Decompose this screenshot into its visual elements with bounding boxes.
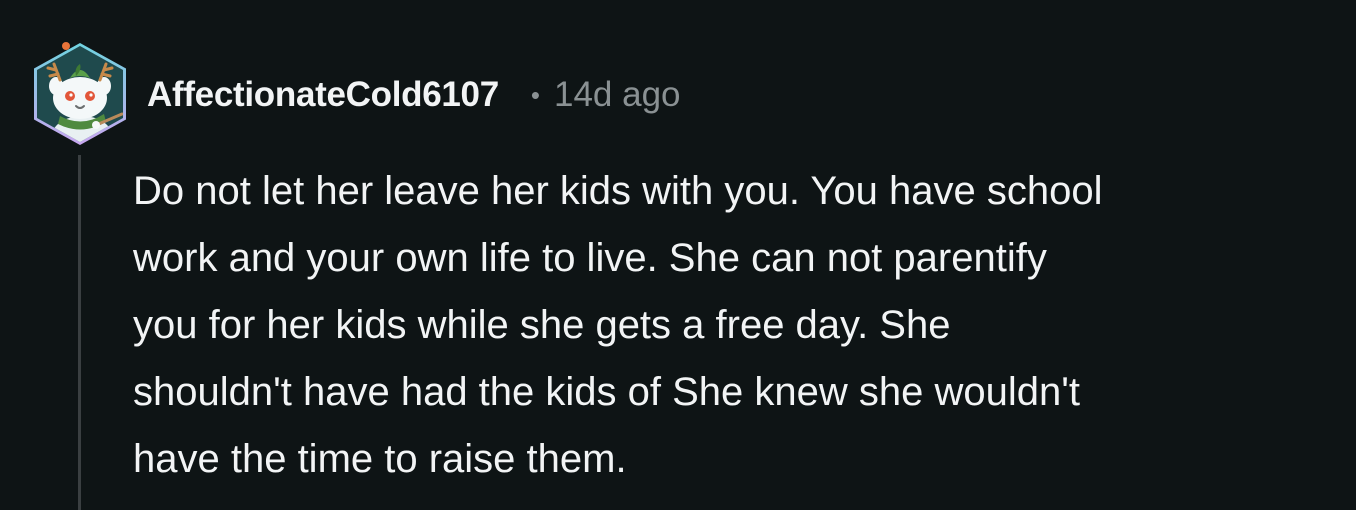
comment-body-line: work and your own life to live. She can …: [133, 236, 1047, 280]
comment-body: Do not let her leave her kids with you. …: [133, 158, 1333, 493]
comment-body-line: Do not let her leave her kids with you. …: [133, 169, 1103, 213]
meta-separator: •: [530, 79, 540, 110]
comment-body-line: you for her kids while she gets a free d…: [133, 303, 951, 347]
comment: AffectionateCold6107 • 14d ago Do not le…: [0, 0, 1356, 510]
comment-header: AffectionateCold6107 • 14d ago: [147, 72, 681, 118]
thread-collapse-line[interactable]: [78, 155, 81, 510]
comment-author[interactable]: AffectionateCold6107: [147, 75, 499, 115]
comment-timestamp[interactable]: 14d ago: [554, 75, 681, 115]
comment-body-line: shouldn't have had the kids of She knew …: [133, 370, 1081, 414]
user-avatar[interactable]: [30, 40, 130, 148]
snoo-avatar-icon: [34, 42, 126, 145]
comment-body-line: have the time to raise them.: [133, 437, 627, 481]
